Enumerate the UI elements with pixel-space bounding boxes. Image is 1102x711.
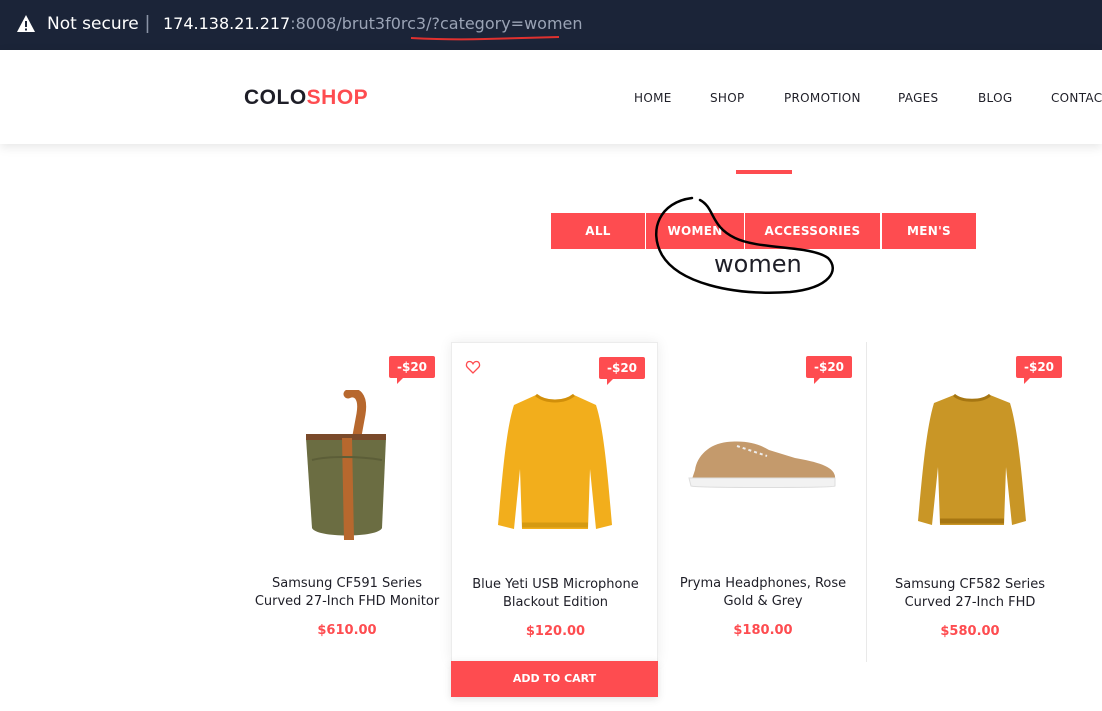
- filter-all-button[interactable]: ALL: [551, 213, 645, 249]
- product-name[interactable]: Pryma Headphones, Rose Gold & Grey: [659, 575, 867, 611]
- nav-blog[interactable]: BLOG: [978, 91, 1012, 105]
- product-card[interactable]: -$20 Pryma Headphones, Rose Gold & Grey $…: [659, 342, 867, 662]
- url-field[interactable]: 174.138.21.217:8008/brut3f0rc3/?category…: [163, 14, 583, 33]
- product-price: $180.00: [733, 623, 793, 638]
- product-price: $610.00: [317, 623, 377, 638]
- logo-part-2: SHOP: [306, 86, 369, 109]
- filter-women-button[interactable]: WOMEN: [646, 213, 744, 249]
- product-card[interactable]: -$20 Samsung CF582 Series Curved 27-Inch …: [866, 342, 1074, 662]
- product-card-hovered[interactable]: -$20 Blue Yeti USB Microphone Blackout Ed…: [451, 342, 658, 662]
- discount-badge: -$20: [599, 357, 646, 385]
- warning-icon[interactable]: [16, 14, 36, 34]
- logo-part-1: COLO: [244, 86, 307, 109]
- product-image-yellow-sweater[interactable]: [496, 389, 614, 537]
- discount-badge: -$20: [806, 356, 853, 384]
- product-name[interactable]: Samsung CF591 Series Curved 27-Inch FHD M…: [243, 575, 451, 611]
- filter-accessories-button[interactable]: ACCESSORIES: [745, 213, 880, 249]
- nav-home[interactable]: HOME: [634, 91, 672, 105]
- annotation-text: women: [714, 250, 802, 278]
- nav-shop[interactable]: SHOP: [710, 91, 745, 105]
- product-name[interactable]: Samsung CF582 Series Curved 27-Inch FHD: [866, 576, 1074, 612]
- product-image-sneaker[interactable]: [687, 436, 837, 490]
- url-host: 174.138.21.217: [163, 14, 291, 33]
- nav-promotion[interactable]: PROMOTION: [784, 91, 861, 105]
- product-name[interactable]: Blue Yeti USB Microphone Blackout Edition: [452, 576, 659, 612]
- browser-address-bar: Not secure | 174.138.21.217:8008/brut3f0…: [0, 0, 1102, 50]
- heart-icon[interactable]: [465, 359, 481, 375]
- site-logo[interactable]: COLOSHOP: [244, 86, 368, 110]
- product-image-mustard-sweater[interactable]: [916, 389, 1028, 531]
- discount-badge: -$20: [1016, 356, 1063, 384]
- security-label[interactable]: Not secure: [47, 14, 139, 34]
- product-image-bag[interactable]: [298, 390, 393, 542]
- url-separator: |: [145, 13, 150, 34]
- section-divider: [736, 170, 792, 174]
- nav-contact[interactable]: CONTAC: [1051, 91, 1102, 105]
- product-card[interactable]: -$20 Samsung CF591 Series Curved 27-Inch …: [243, 342, 451, 662]
- nav-pages[interactable]: PAGES: [898, 91, 938, 105]
- url-path: :8008/brut3f0rc3/?category=women: [290, 14, 583, 33]
- filter-mens-button[interactable]: MEN'S: [882, 213, 976, 249]
- site-header: COLOSHOP HOME SHOP PROMOTION PAGES BLOG …: [0, 50, 1102, 144]
- product-price: $120.00: [525, 624, 586, 639]
- discount-badge: -$20: [389, 356, 436, 384]
- add-to-cart-button[interactable]: ADD TO CART: [451, 661, 658, 697]
- product-price: $580.00: [940, 624, 1000, 639]
- red-underline-annotation: [410, 36, 560, 41]
